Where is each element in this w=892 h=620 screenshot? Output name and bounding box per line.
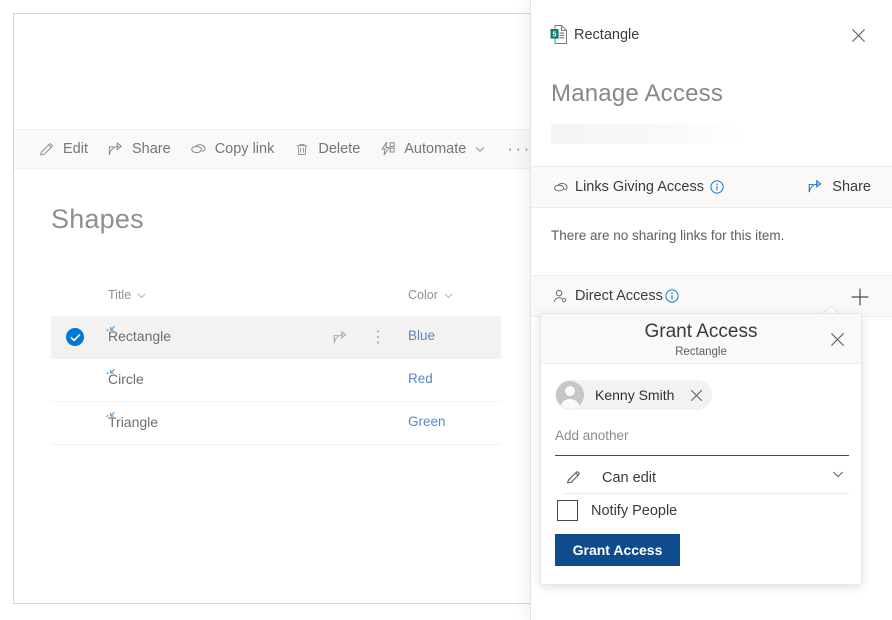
remove-person-icon[interactable] bbox=[688, 387, 704, 403]
command-automate[interactable]: Automate bbox=[369, 129, 495, 169]
command-delete[interactable]: Delete bbox=[283, 129, 369, 169]
info-icon[interactable] bbox=[664, 288, 679, 303]
links-giving-access-title: Links Giving Access bbox=[575, 179, 704, 195]
chevron-down-icon bbox=[443, 290, 454, 301]
row-title[interactable]: Rectangle bbox=[108, 328, 171, 344]
list-item-icon: 5 bbox=[550, 25, 567, 44]
direct-access-title: Direct Access bbox=[575, 288, 663, 304]
command-delete-label: Delete bbox=[318, 141, 361, 157]
close-icon[interactable] bbox=[848, 25, 868, 45]
row-color[interactable]: Green bbox=[408, 414, 446, 429]
chevron-down-icon bbox=[831, 467, 845, 481]
share-icon bbox=[106, 140, 125, 159]
person-icon bbox=[551, 287, 569, 305]
add-another-input[interactable]: Add another bbox=[555, 426, 849, 456]
grant-access-submit-button[interactable]: Grant Access bbox=[555, 534, 680, 566]
list-column-headers: Title Color bbox=[51, 288, 501, 312]
command-share-label: Share bbox=[132, 141, 171, 157]
page-title: Shapes bbox=[51, 204, 144, 234]
column-header-color[interactable]: Color bbox=[408, 288, 454, 302]
add-another-placeholder: Add another bbox=[555, 428, 629, 443]
list-rows: Rectangle Blue Circle Red Triangle Green bbox=[51, 316, 501, 445]
command-automate-label: Automate bbox=[404, 141, 467, 157]
command-copy-link[interactable]: Copy link bbox=[180, 129, 284, 169]
close-icon[interactable] bbox=[827, 329, 847, 349]
command-copy-link-label: Copy link bbox=[214, 141, 275, 157]
chevron-down-icon bbox=[136, 290, 147, 301]
app-root: Edit Share Copy link Delete Automate ···… bbox=[0, 0, 892, 620]
row-color[interactable]: Red bbox=[408, 371, 433, 386]
svg-text:5: 5 bbox=[553, 31, 557, 38]
panel-heading: Manage Access bbox=[551, 80, 724, 107]
command-share[interactable]: Share bbox=[97, 129, 180, 169]
no-sharing-links-message: There are no sharing links for this item… bbox=[551, 228, 785, 243]
pencil-icon bbox=[37, 140, 56, 159]
links-share-label: Share bbox=[832, 178, 871, 195]
table-row[interactable]: Triangle Green bbox=[51, 402, 501, 445]
row-share-icon[interactable] bbox=[330, 327, 350, 347]
automate-icon bbox=[378, 140, 397, 159]
link-icon bbox=[189, 140, 208, 159]
column-header-color-label: Color bbox=[408, 288, 438, 302]
command-edit[interactable]: Edit bbox=[28, 129, 97, 169]
permission-dropdown[interactable]: Can edit bbox=[563, 462, 849, 494]
person-avatar-icon bbox=[556, 381, 584, 409]
trash-icon bbox=[292, 140, 311, 159]
chevron-down-icon bbox=[474, 143, 486, 155]
selected-person-name: Kenny Smith bbox=[595, 387, 675, 403]
loading-placeholder bbox=[551, 124, 743, 144]
selected-person-pill[interactable]: Kenny Smith bbox=[555, 380, 713, 410]
links-share-button[interactable]: Share bbox=[807, 178, 871, 195]
grant-access-dialog: Grant Access Rectangle Kenny Smith Add a… bbox=[540, 313, 862, 585]
column-header-title-label: Title bbox=[108, 288, 132, 302]
row-color[interactable]: Blue bbox=[408, 328, 435, 343]
pencil-icon bbox=[563, 468, 583, 488]
grant-access-header: Grant Access Rectangle bbox=[541, 314, 861, 364]
table-row[interactable]: Circle Red bbox=[51, 359, 501, 402]
grant-access-title: Grant Access bbox=[644, 321, 758, 342]
table-row[interactable]: Rectangle Blue bbox=[51, 316, 501, 359]
add-people-button[interactable] bbox=[847, 284, 873, 310]
command-edit-label: Edit bbox=[63, 141, 88, 157]
row-title[interactable]: Triangle bbox=[108, 414, 158, 430]
permission-label: Can edit bbox=[602, 469, 657, 486]
notify-people-checkbox[interactable] bbox=[557, 500, 578, 521]
link-icon bbox=[551, 178, 569, 196]
grant-access-subtitle: Rectangle bbox=[675, 346, 727, 358]
panel-header: 5 Rectangle bbox=[531, 0, 892, 56]
links-giving-access-section-header: Links Giving Access Share bbox=[531, 166, 892, 208]
notify-people-checkbox-row[interactable]: Notify People bbox=[557, 500, 677, 521]
column-header-title[interactable]: Title bbox=[108, 288, 147, 302]
share-icon bbox=[807, 178, 824, 195]
notify-people-label: Notify People bbox=[591, 502, 678, 519]
row-title[interactable]: Circle bbox=[108, 371, 144, 387]
row-selection-checkbox[interactable] bbox=[66, 328, 84, 346]
row-more-options-icon[interactable] bbox=[368, 327, 388, 347]
panel-file-name: Rectangle bbox=[574, 27, 640, 43]
manage-access-panel: 5 Rectangle Manage Access Links Giving A… bbox=[530, 0, 892, 620]
info-icon[interactable] bbox=[709, 179, 724, 194]
